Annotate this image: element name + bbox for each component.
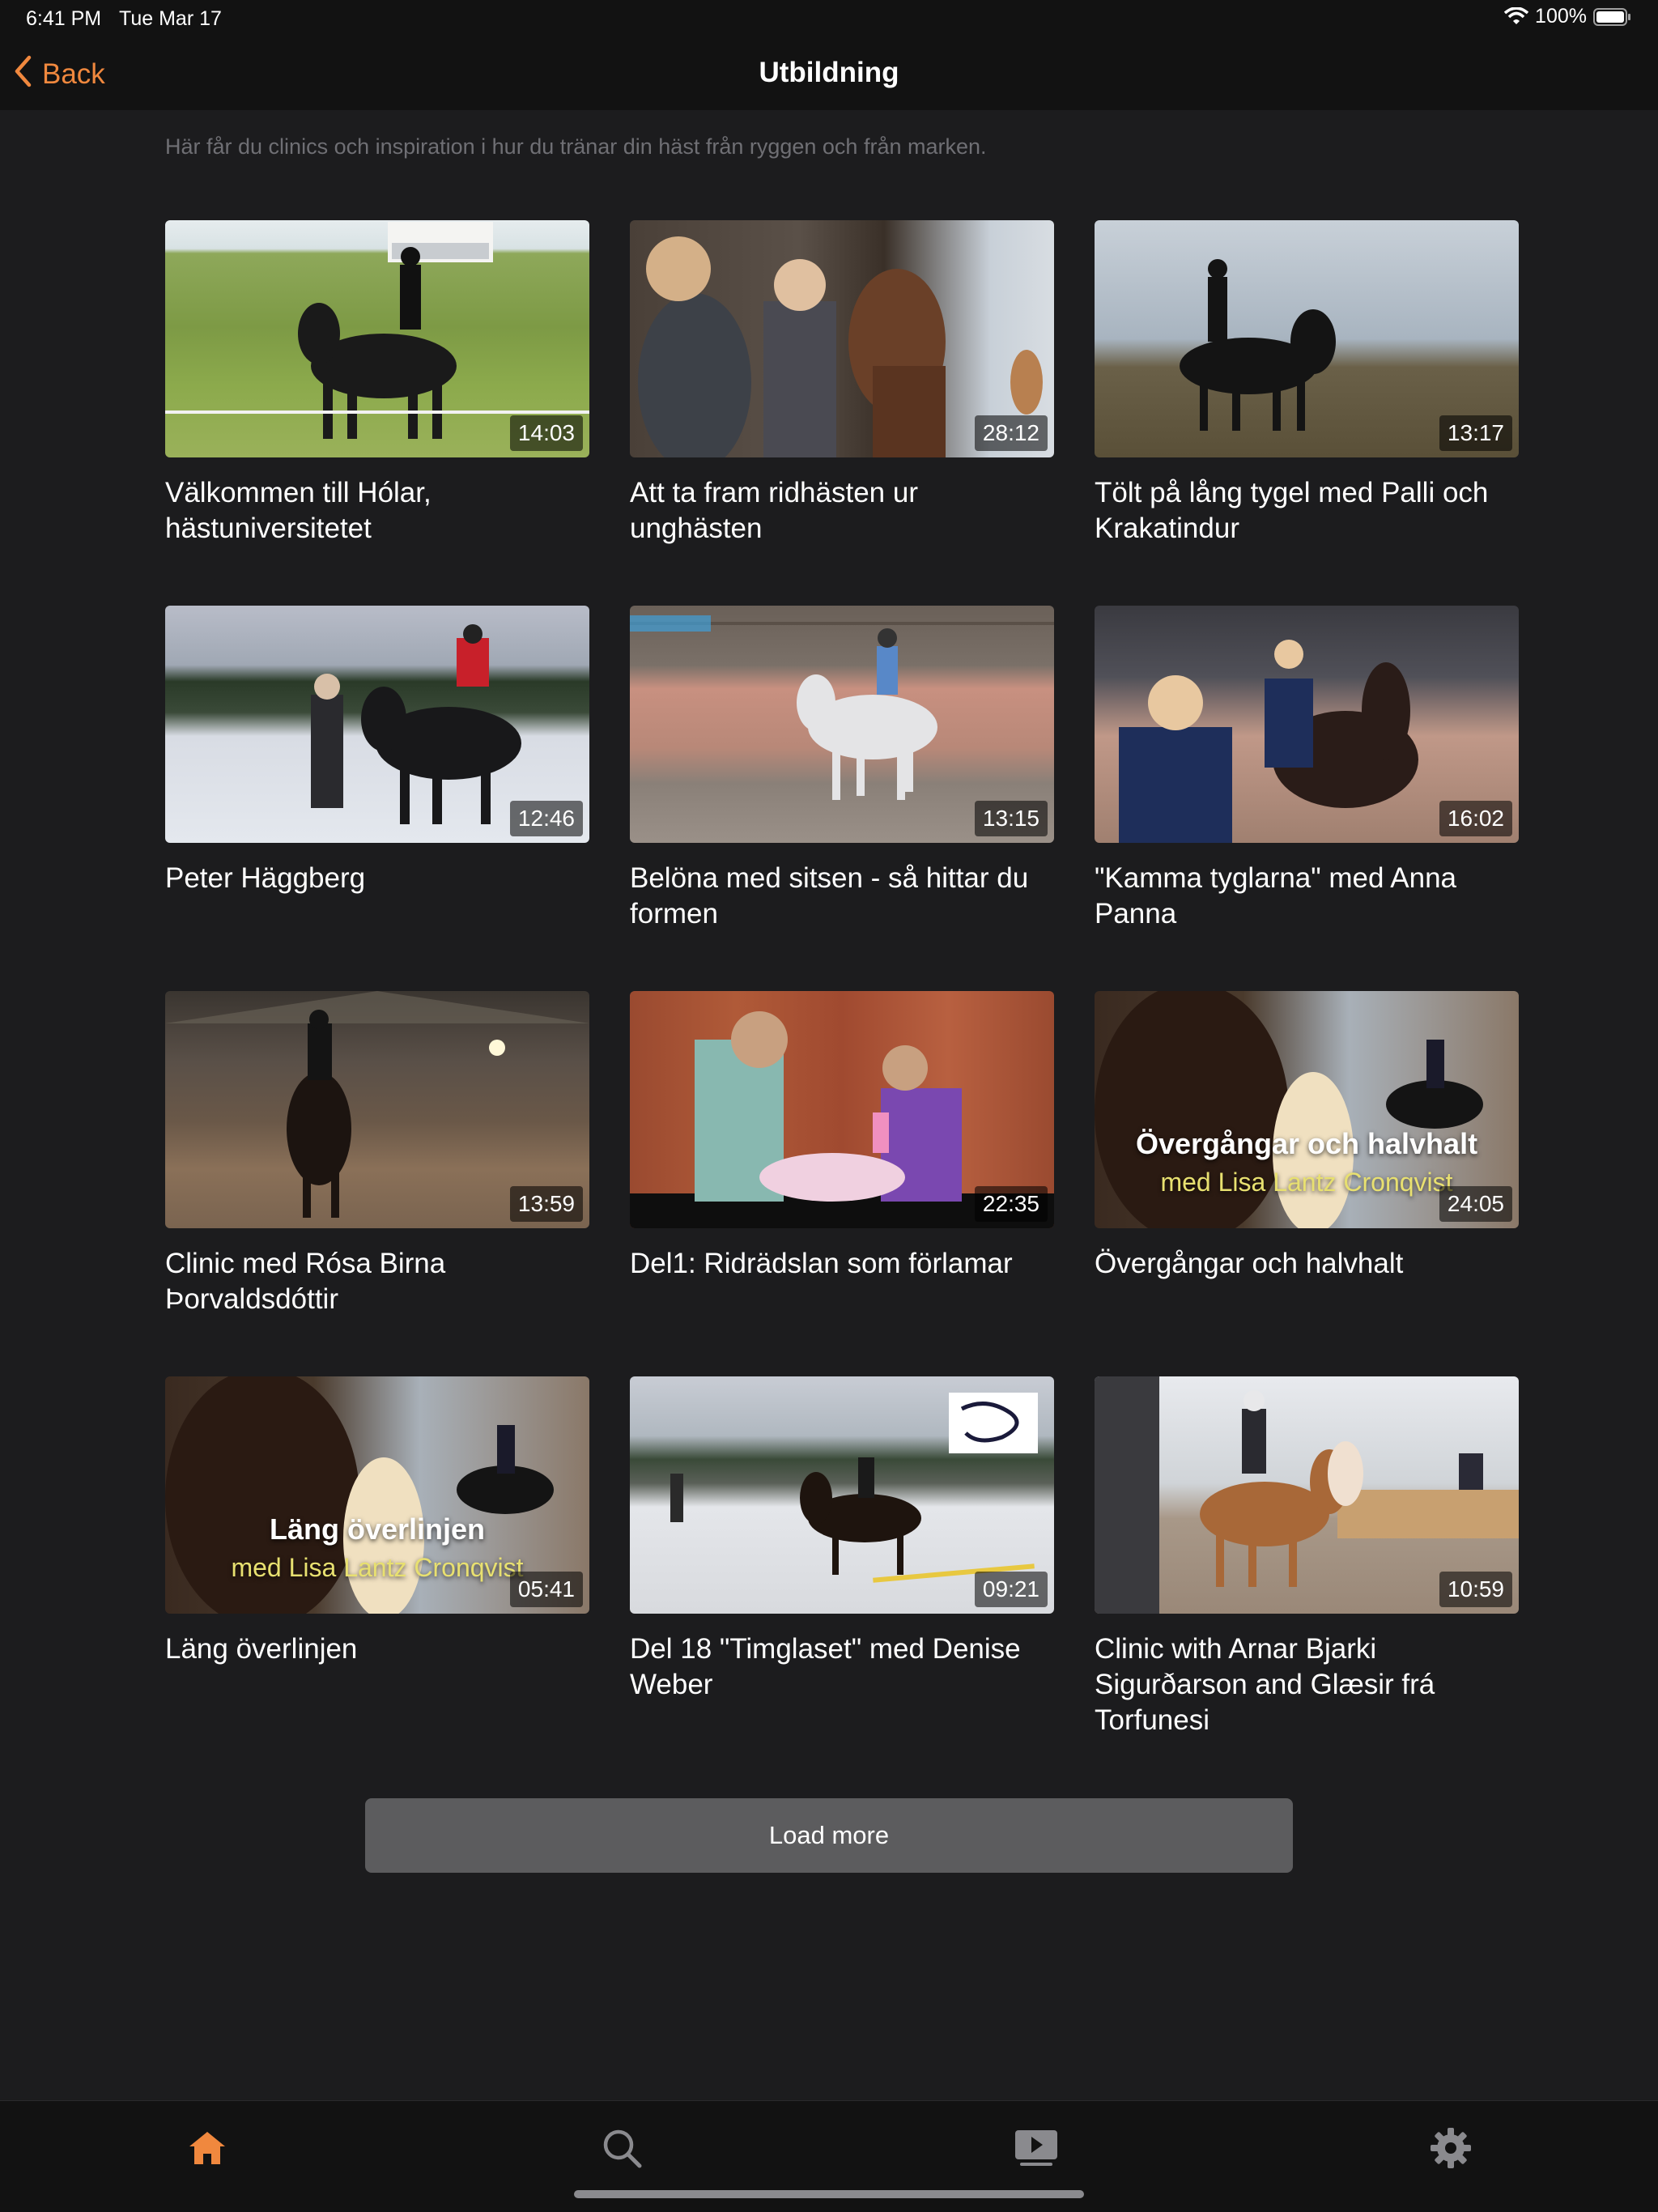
tab-home[interactable]: [178, 2121, 236, 2179]
video-card[interactable]: 12:46 Peter Häggberg: [165, 606, 589, 896]
home-indicator: [574, 2190, 1084, 2198]
video-title: Välkommen till Hólar, hästuniversitetet: [165, 477, 432, 544]
video-grid: 14:03 Välkommen till Hólar, hästuniversi…: [0, 0, 1658, 2105]
video-title: Övergångar och halvhalt: [1095, 1248, 1404, 1279]
video-card[interactable]: 14:03 Välkommen till Hólar, hästuniversi…: [165, 220, 589, 547]
video-card[interactable]: 16:02 "Kamma tyglarna" med Anna Panna: [1095, 606, 1519, 932]
settings-icon: [1430, 2127, 1472, 2173]
thumbnail-overlay-title: Övergångar och halvhalt: [1135, 1127, 1478, 1160]
video-duration: 24:05: [1439, 1186, 1512, 1222]
video-duration: 12:46: [509, 801, 583, 836]
video-thumbnail: 12:46: [165, 606, 589, 843]
search-icon: [601, 2127, 643, 2173]
video-thumbnail: 09:21: [630, 1376, 1054, 1614]
video-title: Peter Häggberg: [165, 862, 366, 894]
video-card[interactable]: 22:35 Del1: Ridrädslan som förlamar: [630, 991, 1054, 1282]
video-thumbnail: 14:03: [165, 220, 589, 457]
thumbnail-overlay-title: Läng överlinjen: [269, 1512, 486, 1546]
video-thumbnail: 13:59: [165, 991, 589, 1228]
video-title: Del 18 "Timglaset" med Denise Weber: [630, 1633, 1021, 1700]
load-more-button[interactable]: Load more: [365, 1798, 1293, 1873]
video-card[interactable]: 09:21 Del 18 "Timglaset" med Denise Webe…: [630, 1376, 1054, 1703]
tab-videos[interactable]: [1007, 2121, 1065, 2179]
video-duration: 28:12: [974, 415, 1048, 451]
video-duration: 09:21: [974, 1572, 1048, 1607]
video-duration: 10:59: [1439, 1572, 1512, 1607]
video-thumbnail: Läng överlinjen med Lisa Lantz Cronqvist…: [165, 1376, 589, 1614]
video-duration: 13:17: [1439, 415, 1512, 451]
tab-settings[interactable]: [1422, 2121, 1480, 2179]
video-thumbnail: 13:15: [630, 606, 1054, 843]
video-card[interactable]: 28:12 Att ta fram ridhästen ur unghästen: [630, 220, 1054, 547]
video-duration: 22:35: [974, 1186, 1048, 1222]
video-duration: 16:02: [1439, 801, 1512, 836]
video-duration: 05:41: [509, 1572, 583, 1607]
video-card[interactable]: Läng överlinjen med Lisa Lantz Cronqvist…: [165, 1376, 589, 1667]
video-duration: 13:15: [974, 801, 1048, 836]
video-card[interactable]: 13:15 Belöna med sitsen - så hittar du f…: [630, 606, 1054, 932]
video-card[interactable]: 13:59 Clinic med Rósa Birna Þorvaldsdótt…: [165, 991, 589, 1317]
video-title: Tölt på lång tygel med Palli och Krakati…: [1095, 477, 1489, 544]
video-thumbnail: 22:35: [630, 991, 1054, 1228]
video-library-icon: [1014, 2129, 1059, 2172]
video-title: Clinic med Rósa Birna Þorvaldsdóttir: [165, 1248, 446, 1315]
video-card[interactable]: Övergångar och halvhalt med Lisa Lantz C…: [1095, 991, 1519, 1282]
video-thumbnail: 28:12: [630, 220, 1054, 457]
video-thumbnail: 10:59: [1095, 1376, 1519, 1614]
video-duration: 13:59: [509, 1186, 583, 1222]
video-title: "Kamma tyglarna" med Anna Panna: [1095, 862, 1457, 929]
video-thumbnail: 13:17: [1095, 220, 1519, 457]
video-thumbnail: 16:02: [1095, 606, 1519, 843]
video-title: Läng överlinjen: [165, 1633, 358, 1665]
video-thumbnail: Övergångar och halvhalt med Lisa Lantz C…: [1095, 991, 1519, 1228]
tab-search[interactable]: [593, 2121, 651, 2179]
video-title: Clinic with Arnar Bjarki Sigurðarson and…: [1095, 1633, 1435, 1736]
video-title: Del1: Ridrädslan som förlamar: [630, 1248, 1013, 1279]
video-card[interactable]: 13:17 Tölt på lång tygel med Palli och K…: [1095, 220, 1519, 547]
video-title: Belöna med sitsen - så hittar du formen: [630, 862, 1029, 929]
video-card[interactable]: 10:59 Clinic with Arnar Bjarki Sigurðars…: [1095, 1376, 1519, 1738]
home-icon: [186, 2129, 228, 2172]
video-title: Att ta fram ridhästen ur unghästen: [630, 477, 918, 544]
video-duration: 14:03: [509, 415, 583, 451]
